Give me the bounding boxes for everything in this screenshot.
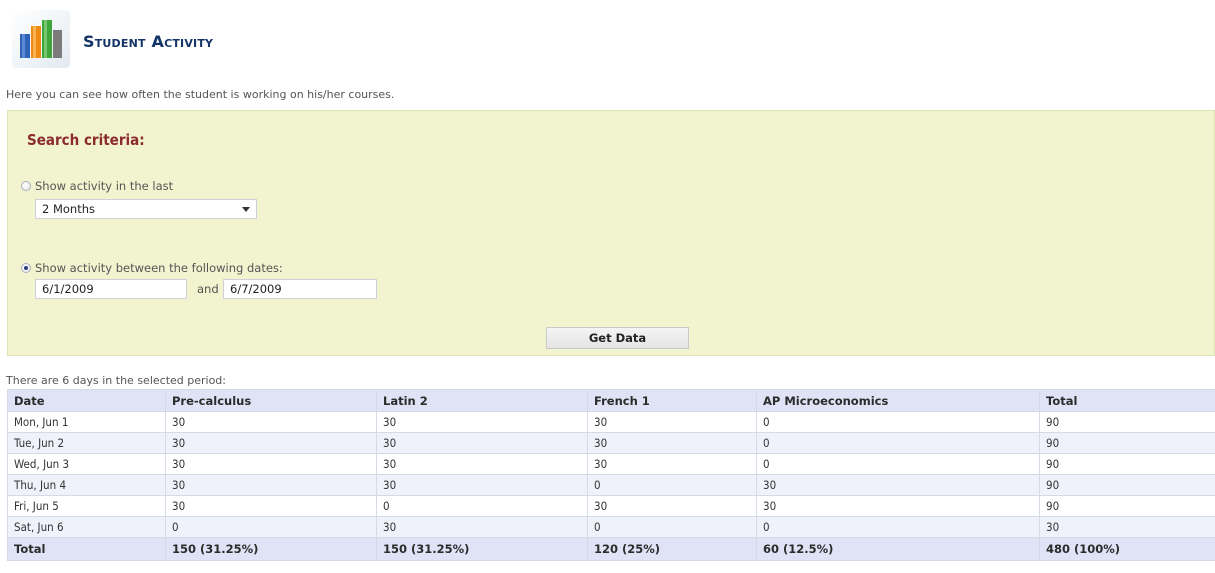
column-header-pre-calculus: Pre-calculus [165, 389, 377, 412]
table-cell: Tue, Jun 2 [7, 432, 166, 454]
totals-row: Total 150 (31.25%) 150 (31.25%) 120 (25%… [7, 537, 1215, 561]
table-cell: 0 [376, 495, 588, 517]
total-cell: Total [7, 537, 166, 561]
table-cell: Thu, Jun 4 [7, 474, 166, 496]
table-cell: 30 [376, 474, 588, 496]
table-row: Tue, Jun 2 30 30 30 0 90 [7, 432, 1215, 454]
activity-table: Date Pre-calculus Latin 2 French 1 AP Mi… [7, 389, 1215, 561]
total-cell: 150 (31.25%) [165, 537, 377, 561]
table-cell: 0 [756, 516, 1040, 538]
table-cell: 30 [376, 411, 588, 433]
table-row: Mon, Jun 1 30 30 30 0 90 [7, 411, 1215, 433]
page-header: Student Activity [12, 10, 612, 70]
table-header-row: Date Pre-calculus Latin 2 French 1 AP Mi… [7, 389, 1215, 412]
table-cell: 0 [165, 516, 377, 538]
total-cell: 150 (31.25%) [376, 537, 588, 561]
table-row: Thu, Jun 4 30 30 0 30 90 [7, 474, 1215, 496]
show-between-option[interactable]: Show activity between the following date… [21, 261, 283, 275]
show-last-label: Show activity in the last [35, 179, 174, 193]
table-cell: 30 [587, 411, 757, 433]
column-header-date: Date [7, 389, 166, 412]
end-date-value: 6/7/2009 [230, 282, 282, 296]
bar-chart-icon [12, 10, 70, 68]
search-criteria-panel: Search criteria: Show activity in the la… [7, 110, 1215, 356]
show-between-label: Show activity between the following date… [35, 261, 283, 275]
table-cell: 0 [587, 474, 757, 496]
table-cell: Fri, Jun 5 [7, 495, 166, 517]
table-cell: Wed, Jun 3 [7, 453, 166, 475]
column-header-ap-microeconomics: AP Microeconomics [756, 389, 1040, 412]
table-cell: 30 [1039, 516, 1215, 538]
table-cell: 90 [1039, 495, 1215, 517]
table-cell: 30 [165, 474, 377, 496]
table-row: Wed, Jun 3 30 30 30 0 90 [7, 453, 1215, 475]
period-summary: There are 6 days in the selected period: [6, 374, 226, 387]
show-last-option[interactable]: Show activity in the last [21, 179, 173, 193]
table-cell: 30 [376, 516, 588, 538]
show-between-radio[interactable] [21, 263, 31, 273]
table-cell: 90 [1039, 453, 1215, 475]
table-row: Fri, Jun 5 30 0 30 30 90 [7, 495, 1215, 517]
table-cell: 30 [165, 495, 377, 517]
end-date-field[interactable]: 6/7/2009 [223, 279, 377, 299]
show-last-radio[interactable] [21, 181, 31, 191]
search-heading: Search criteria: [27, 131, 145, 149]
and-label: and [197, 282, 219, 296]
column-header-french-1: French 1 [587, 389, 757, 412]
table-cell: 0 [756, 432, 1040, 454]
table-cell: 30 [165, 432, 377, 454]
table-cell: 30 [587, 495, 757, 517]
table-cell: 90 [1039, 474, 1215, 496]
table-cell: 30 [376, 432, 588, 454]
total-cell: 480 (100%) [1039, 537, 1215, 561]
table-cell: 0 [756, 453, 1040, 475]
table-cell: 0 [756, 411, 1040, 433]
start-date-value: 6/1/2009 [42, 282, 94, 296]
table-cell: Sat, Jun 6 [7, 516, 166, 538]
table-cell: 30 [376, 453, 588, 475]
column-header-latin-2: Latin 2 [376, 389, 588, 412]
table-cell: 30 [587, 432, 757, 454]
table-cell: Mon, Jun 1 [7, 411, 166, 433]
intro-text: Here you can see how often the student i… [6, 88, 395, 101]
period-select[interactable]: 2 Months [35, 199, 257, 219]
table-cell: 30 [165, 453, 377, 475]
period-select-value: 2 Months [42, 202, 96, 216]
total-cell: 60 (12.5%) [756, 537, 1040, 561]
table-cell: 30 [756, 474, 1040, 496]
get-data-button[interactable]: Get Data [546, 327, 689, 349]
start-date-field[interactable]: 6/1/2009 [35, 279, 187, 299]
table-row: Sat, Jun 6 0 30 0 0 30 [7, 516, 1215, 538]
chevron-down-icon [242, 207, 250, 212]
table-cell: 30 [587, 453, 757, 475]
table-cell: 90 [1039, 432, 1215, 454]
table-cell: 90 [1039, 411, 1215, 433]
table-cell: 30 [756, 495, 1040, 517]
column-header-total: Total [1039, 389, 1215, 412]
page-title: Student Activity [83, 32, 214, 51]
table-cell: 0 [587, 516, 757, 538]
total-cell: 120 (25%) [587, 537, 757, 561]
table-cell: 30 [165, 411, 377, 433]
